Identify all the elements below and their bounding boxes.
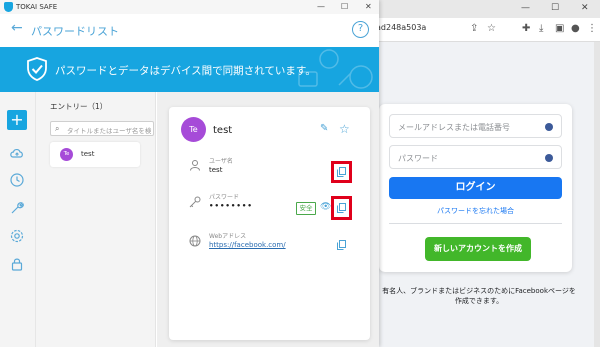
entry-name: test [213,125,233,136]
avatar: Te [181,117,206,142]
window-title: TOKAI SAFE [16,3,58,11]
download-icon[interactable]: ⤓ [539,23,543,34]
web-address-link[interactable]: https://facebook.com/ [209,241,286,249]
tokai-safe-window: TOKAI SAFE — ☐ ✕ ← パスワードリスト ? パスワードとデータは… [0,0,379,347]
scrollbar[interactable] [594,42,600,347]
autofill-icon[interactable] [545,123,553,131]
password-strength-badge: 安全 [296,202,316,215]
profile-icon[interactable]: ● [571,23,580,34]
username-value: test [209,166,223,174]
maximize-icon[interactable]: ☐ [341,2,348,11]
tokai-safe-logo-icon [4,2,13,12]
page-title: パスワードリスト [31,25,119,38]
cloud-sync-icon[interactable] [9,145,25,161]
close-icon[interactable]: ✕ [365,2,372,11]
back-arrow-icon[interactable]: ← [11,20,23,36]
create-account-button[interactable]: 新しいアカウントを作成 [425,237,531,261]
reveal-password-icon[interactable]: 👁 [320,202,331,212]
password-value: •••••••• [209,202,253,210]
entry-title: test [81,150,95,158]
create-page-note-line1: 有名人、ブランドまたはビジネスのためにFacebookページを [382,287,576,295]
help-icon[interactable]: ? [352,21,369,38]
globe-icon [189,235,201,247]
email-placeholder: メールアドレスまたは電話番号 [398,123,510,132]
autofill-icon[interactable] [545,154,553,162]
app-titlebar: TOKAI SAFE — ☐ ✕ [0,0,379,14]
password-placeholder: パスワード [398,154,438,163]
sync-banner: パスワードとデータはデバイス間で同期されています。 [0,47,379,92]
password-field[interactable]: パスワード [389,145,562,169]
login-card: メールアドレスまたは電話番号 パスワード ログイン パスワードを忘れた場合 新し… [379,104,572,272]
avatar: Te [60,148,73,161]
user-icon [190,160,200,171]
lock-icon[interactable] [9,256,25,272]
entry-list-panel: エントリー（1） ⌕ タイトルまたはユーザ名を検 Te test [36,92,156,347]
edit-icon[interactable]: ✎ [320,123,328,134]
history-icon[interactable] [9,172,25,188]
username-label: ユーザ名 [209,158,233,165]
search-input[interactable]: ⌕ タイトルまたはユーザ名を検 [50,121,154,136]
favorite-star-icon[interactable]: ☆ [339,122,350,136]
bookmark-icon[interactable]: ☆ [487,23,496,34]
create-page-note: 有名人、ブランドまたはビジネスのためにFacebookページを 作成できます。 [379,286,579,306]
search-placeholder: タイトルまたはユーザ名を検 [67,127,152,135]
menu-icon[interactable]: ⋮ [587,23,597,34]
app-header: ← パスワードリスト ? [0,14,379,47]
search-icon: ⌕ [55,124,60,133]
minimize-icon[interactable]: — [317,2,325,11]
copy-icon[interactable] [337,203,346,213]
entries-header: エントリー（1） [50,102,108,111]
address-bar[interactable]: ad248a503a [376,23,426,32]
list-item[interactable]: Te test [50,142,140,167]
share-icon[interactable]: ⇪ [470,23,478,34]
sidepanel-icon[interactable]: ▣ [555,23,564,34]
forgot-password-link[interactable]: パスワードを忘れた場合 [379,206,572,216]
web-address-label: Webアドレス [209,233,247,240]
maximize-icon[interactable]: ☐ [551,3,559,13]
copy-icon[interactable] [337,240,346,250]
email-field[interactable]: メールアドレスまたは電話番号 [389,114,562,138]
password-label: パスワード [209,194,240,201]
entry-detail-card: Te test ✎ ☆ ユーザ名 test パスワード •••••••• 安全 … [169,107,370,340]
login-button[interactable]: ログイン [389,177,562,199]
divider [389,223,562,224]
key-icon [189,196,201,208]
add-entry-button[interactable]: + [7,110,27,130]
settings-icon[interactable] [9,228,25,244]
close-icon[interactable]: ✕ [581,3,589,13]
tools-icon[interactable] [9,200,25,216]
sidebar: + [0,92,36,347]
extensions-icon[interactable]: ✚ [522,23,530,34]
shield-check-icon [27,57,47,81]
create-page-note-line2: 作成できます。 [454,297,504,305]
minimize-icon[interactable]: — [521,3,530,13]
decorative-devices-icon [298,49,373,89]
copy-icon[interactable] [337,167,346,177]
